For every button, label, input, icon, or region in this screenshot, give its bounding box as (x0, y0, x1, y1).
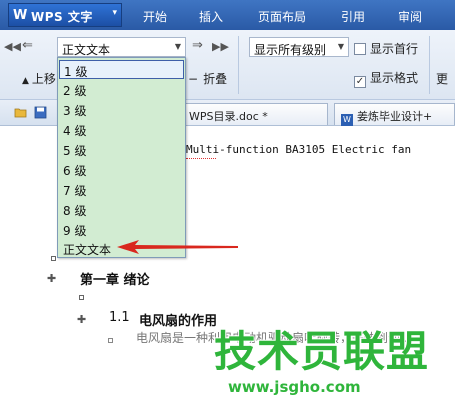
paragraph-marker (51, 256, 56, 261)
demote-icon[interactable]: ⇒ (192, 38, 203, 53)
open-folder-icon[interactable] (14, 106, 27, 119)
paragraph-marker (79, 295, 84, 300)
red-arrow-icon (117, 240, 238, 254)
spellcheck-underline (186, 157, 216, 159)
tab-start[interactable]: 开始 (143, 8, 167, 25)
move-up-label[interactable]: ▲ 上移 (22, 70, 56, 87)
tab-review[interactable]: 审阅 (398, 8, 422, 25)
dropdown-option[interactable]: 4 级 (59, 120, 184, 139)
show-format-checkbox[interactable]: ✓ 显示格式 (354, 69, 418, 88)
dropdown-option[interactable]: 6 级 (59, 160, 184, 179)
minus-icon: − (188, 72, 199, 86)
watermark-url: www.jsgho.com (228, 378, 361, 396)
dropdown-option[interactable]: 9 级 (59, 220, 184, 239)
dropdown-option[interactable]: 2 级 (59, 80, 184, 99)
show-first-line-checkbox[interactable]: 显示首行 (354, 40, 418, 57)
chevron-down-icon[interactable]: ▼ (175, 42, 181, 51)
dropdown-option[interactable]: 8 级 (59, 200, 184, 219)
watermark-logo: 技术员联盟 (214, 327, 430, 376)
ribbon-truncated-label[interactable]: 更 (436, 70, 448, 87)
tab-graduation-design[interactable]: W 姜炼毕业设计+ (334, 103, 455, 126)
promote-icon[interactable]: ⇐ (22, 38, 33, 53)
dropdown-option[interactable]: 3 级 (59, 100, 184, 119)
save-icon[interactable] (34, 106, 47, 119)
word-doc-icon: W (341, 114, 353, 126)
app-name: WPS 文字 (31, 10, 93, 24)
chevron-down-icon[interactable]: ▼ (338, 42, 344, 51)
tab-title: 姜炼毕业设计+ (357, 110, 433, 123)
outline-expand-icon[interactable]: ✚ (47, 272, 56, 285)
show-levels-value: 显示所有级别 (254, 43, 327, 57)
app-menu-button[interactable]: W WPS 文字 ▾ (8, 3, 122, 27)
checkbox-unchecked-icon (354, 43, 366, 55)
tab-wps-catalog[interactable]: WPS目录.doc * (182, 103, 328, 125)
ribbon-divider (429, 36, 430, 94)
tab-page-layout[interactable]: 页面布局 (258, 8, 306, 25)
chevron-down-icon: ▾ (112, 8, 117, 18)
wps-logo-icon: W (13, 8, 28, 23)
dropdown-option[interactable]: 5 级 (59, 140, 184, 159)
show-levels-combo[interactable]: 显示所有级别 ▼ (249, 37, 349, 57)
section-title: 电风扇的作用 (139, 314, 218, 329)
document-line: Multi-function BA3105 Electric fan (186, 143, 412, 156)
ribbon-divider (238, 36, 239, 94)
promote-to-heading-icon[interactable]: ◀◀ (4, 40, 21, 53)
demote-to-body-icon[interactable]: ▶▶ (212, 40, 229, 53)
outline-level-dropdown-list: 1 级 2 级 3 级 4 级 5 级 6 级 7 级 8 级 9 级 正文文本 (57, 57, 186, 258)
tab-references[interactable]: 引用 (341, 8, 365, 25)
dropdown-option[interactable]: 1 级 (59, 60, 184, 79)
collapse-button[interactable]: − 折叠 (188, 70, 227, 87)
outline-expand-icon[interactable]: ✚ (77, 313, 86, 326)
tab-title: WPS目录.doc * (189, 110, 268, 123)
checkbox-checked-icon: ✓ (354, 76, 366, 88)
paragraph-marker (108, 338, 113, 343)
menu-bar: W WPS 文字 ▾ 开始 插入 页面布局 引用 审阅 (0, 0, 455, 30)
outline-level-value: 正文文本 (62, 43, 111, 57)
chapter-heading: 第一章 绪论 (80, 273, 150, 288)
tab-insert[interactable]: 插入 (199, 8, 223, 25)
triangle-up-icon: ▲ (22, 76, 29, 86)
outline-level-combo[interactable]: 正文文本 ▼ (57, 37, 186, 57)
dropdown-option[interactable]: 7 级 (59, 180, 184, 199)
section-number: 1.1 (109, 310, 130, 325)
